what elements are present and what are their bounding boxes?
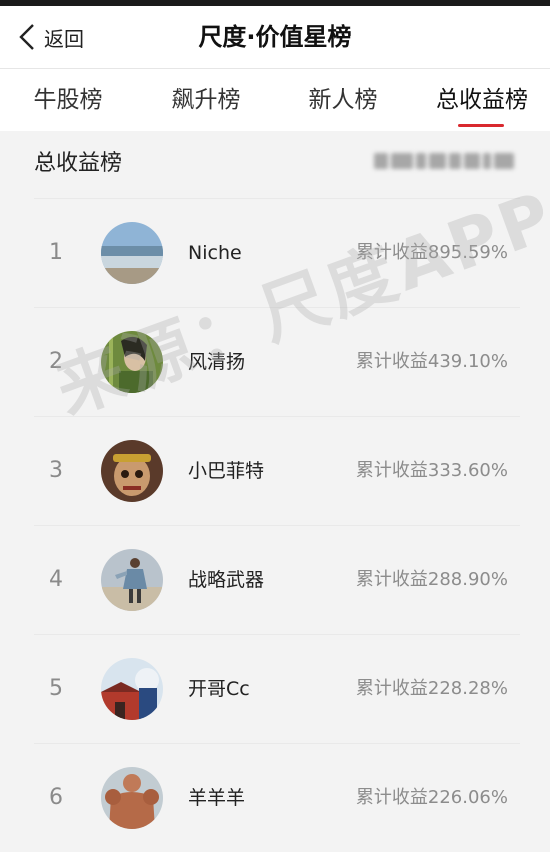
rank-number: 2 (49, 349, 63, 374)
cumulative-return: 累计收益439.10% (355, 351, 508, 372)
page-title: 尺度·价值星榜 (198, 23, 352, 51)
cumulative-return: 累计收益288.90% (355, 569, 508, 590)
tab-newcomers[interactable]: 新人榜 (297, 69, 389, 131)
city-gate-avatar-icon (101, 658, 163, 720)
cumulative-return: 累计收益895.59% (355, 242, 508, 263)
cumulative-return: 累计收益333.60% (355, 460, 508, 481)
avatar[interactable] (101, 549, 163, 611)
ranking-row[interactable]: 4 战略武器 累计收益288.90% (34, 525, 520, 634)
beach-person-avatar-icon (101, 549, 163, 611)
avatar[interactable] (101, 767, 163, 829)
avatar[interactable] (101, 331, 163, 393)
cumulative-return: 累计收益226.06% (355, 787, 508, 808)
tab-bar: 牛股榜 飙升榜 新人榜 总收益榜 (0, 69, 550, 131)
monkey-king-avatar-icon (101, 440, 163, 502)
user-name: 开哥Cc (188, 678, 250, 700)
tab-bull-stocks[interactable]: 牛股榜 (22, 69, 114, 131)
avatar[interactable] (101, 222, 163, 284)
tab-soaring[interactable]: 飙升榜 (160, 69, 252, 131)
ranking-row[interactable]: 3 小巴菲特 累计收益333.60% (34, 416, 520, 525)
section-header: 总收益榜 (0, 131, 550, 197)
ranking-row[interactable]: 5 开哥Cc 累计收益228.28% (34, 634, 520, 743)
blurred-update-time (374, 148, 514, 174)
rank-number: 4 (49, 567, 63, 592)
user-name: 风清扬 (188, 351, 246, 373)
rank-number: 3 (49, 458, 63, 483)
user-name: 战略武器 (188, 569, 265, 591)
user-name: 小巴菲特 (188, 460, 265, 482)
bodybuilder-avatar-icon (101, 767, 163, 829)
avatar[interactable] (101, 658, 163, 720)
ranking-row[interactable]: 6 羊羊羊 累计收益226.06% (34, 743, 520, 852)
active-tab-indicator (458, 124, 504, 127)
avatar[interactable] (101, 440, 163, 502)
section-title: 总收益榜 (34, 151, 123, 176)
swordsman-avatar-icon (101, 331, 163, 393)
user-name: 羊羊羊 (188, 787, 246, 809)
ranking-row[interactable]: 1 Niche 累计收益895.59% (34, 198, 520, 307)
rank-number: 1 (49, 240, 63, 265)
rank-number: 5 (49, 676, 63, 701)
user-name: Niche (188, 242, 242, 264)
beach-avatar-icon (101, 222, 163, 284)
app-header: 返回 尺度·价值星榜 (0, 6, 550, 69)
cumulative-return: 累计收益228.28% (355, 678, 508, 699)
rank-number: 6 (49, 785, 63, 810)
tab-total-return[interactable]: 总收益榜 (424, 69, 540, 131)
ranking-row[interactable]: 2 风清扬 累计收益439.10% (34, 307, 520, 416)
